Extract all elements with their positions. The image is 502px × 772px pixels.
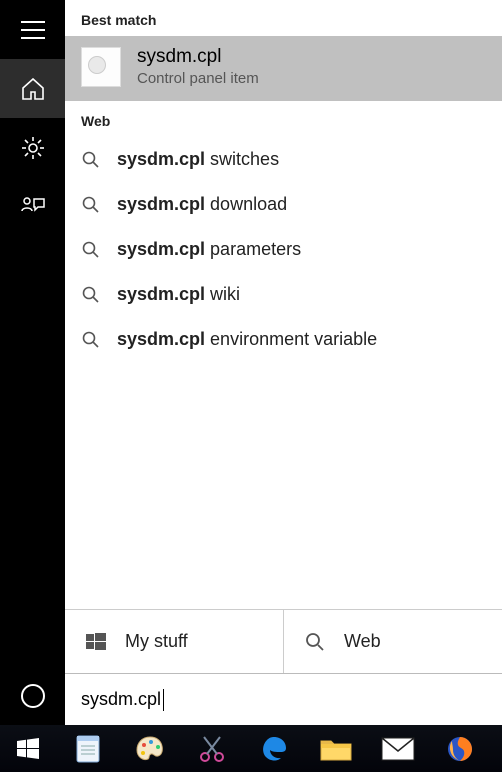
best-match-result[interactable]: sysdm.cpl Control panel item	[65, 36, 502, 101]
search-results-panel: Best match sysdm.cpl Control panel item …	[65, 0, 502, 725]
control-panel-item-icon	[81, 47, 121, 87]
web-suggestion[interactable]: sysdm.cpl download	[65, 182, 502, 227]
cortana-left-rail	[0, 0, 65, 725]
search-icon	[81, 151, 101, 169]
text-cursor	[163, 689, 164, 711]
taskbar-app-file-explorer[interactable]	[312, 729, 360, 769]
web-suggestion-text: sysdm.cpl environment variable	[117, 329, 377, 350]
taskbar	[0, 725, 502, 772]
web-suggestion[interactable]: sysdm.cpl wiki	[65, 272, 502, 317]
tab-my-stuff[interactable]: My stuff	[65, 610, 283, 673]
web-suggestion[interactable]: sysdm.cpl switches	[65, 137, 502, 182]
feedback-icon[interactable]	[0, 177, 65, 236]
search-input[interactable]: sysdm.cpl	[65, 673, 502, 725]
hamburger-icon[interactable]	[0, 0, 65, 59]
taskbar-app-notepad[interactable]	[64, 729, 112, 769]
taskbar-app-edge[interactable]	[250, 729, 298, 769]
best-match-subtitle: Control panel item	[137, 70, 259, 87]
taskbar-app-snipping-tool[interactable]	[188, 729, 236, 769]
home-icon[interactable]	[0, 59, 65, 118]
search-icon	[304, 632, 326, 652]
web-header: Web	[65, 101, 502, 137]
best-match-header: Best match	[65, 0, 502, 36]
search-icon	[81, 196, 101, 214]
start-button[interactable]	[6, 725, 50, 772]
search-scope-tabs: My stuff Web	[65, 609, 502, 673]
tab-my-stuff-label: My stuff	[125, 631, 188, 652]
web-suggestion-text: sysdm.cpl wiki	[117, 284, 240, 305]
web-suggestion-text: sysdm.cpl download	[117, 194, 287, 215]
search-input-value: sysdm.cpl	[81, 689, 161, 710]
search-icon	[81, 286, 101, 304]
search-icon	[81, 241, 101, 259]
web-suggestion-text: sysdm.cpl switches	[117, 149, 279, 170]
web-suggestions-list: sysdm.cpl switches sysdm.cpl download sy…	[65, 137, 502, 362]
best-match-title: sysdm.cpl	[137, 46, 259, 68]
web-suggestion-text: sysdm.cpl parameters	[117, 239, 301, 260]
web-suggestion[interactable]: sysdm.cpl parameters	[65, 227, 502, 272]
taskbar-app-paint[interactable]	[126, 729, 174, 769]
settings-gear-icon[interactable]	[0, 118, 65, 177]
tab-web-label: Web	[344, 631, 381, 652]
web-suggestion[interactable]: sysdm.cpl environment variable	[65, 317, 502, 362]
tab-web[interactable]: Web	[283, 610, 502, 673]
cortana-circle-icon[interactable]	[0, 666, 65, 725]
taskbar-app-firefox[interactable]	[436, 729, 484, 769]
search-icon	[81, 331, 101, 349]
windows-logo-icon	[85, 632, 107, 652]
taskbar-app-mail[interactable]	[374, 729, 422, 769]
